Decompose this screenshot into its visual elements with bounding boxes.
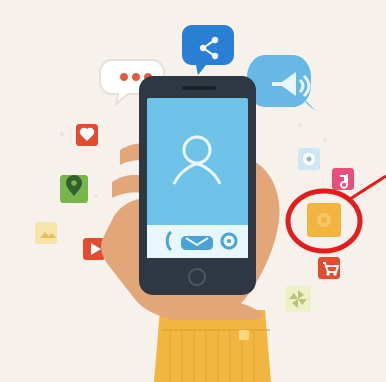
heart-icon bbox=[76, 124, 98, 146]
image-icon bbox=[35, 222, 57, 244]
mail-icon bbox=[181, 236, 213, 250]
pinwheel-icon bbox=[285, 286, 311, 312]
location-pin-icon bbox=[60, 175, 88, 203]
camera-icon bbox=[307, 203, 341, 237]
music-note-icon bbox=[332, 168, 354, 190]
sleeve bbox=[154, 310, 271, 382]
smartphone bbox=[139, 76, 256, 295]
illustration-canvas bbox=[0, 0, 386, 382]
shopping-cart-icon bbox=[318, 257, 340, 279]
phone-apps-illustration bbox=[0, 0, 386, 382]
settings-gear-icon bbox=[298, 148, 320, 170]
